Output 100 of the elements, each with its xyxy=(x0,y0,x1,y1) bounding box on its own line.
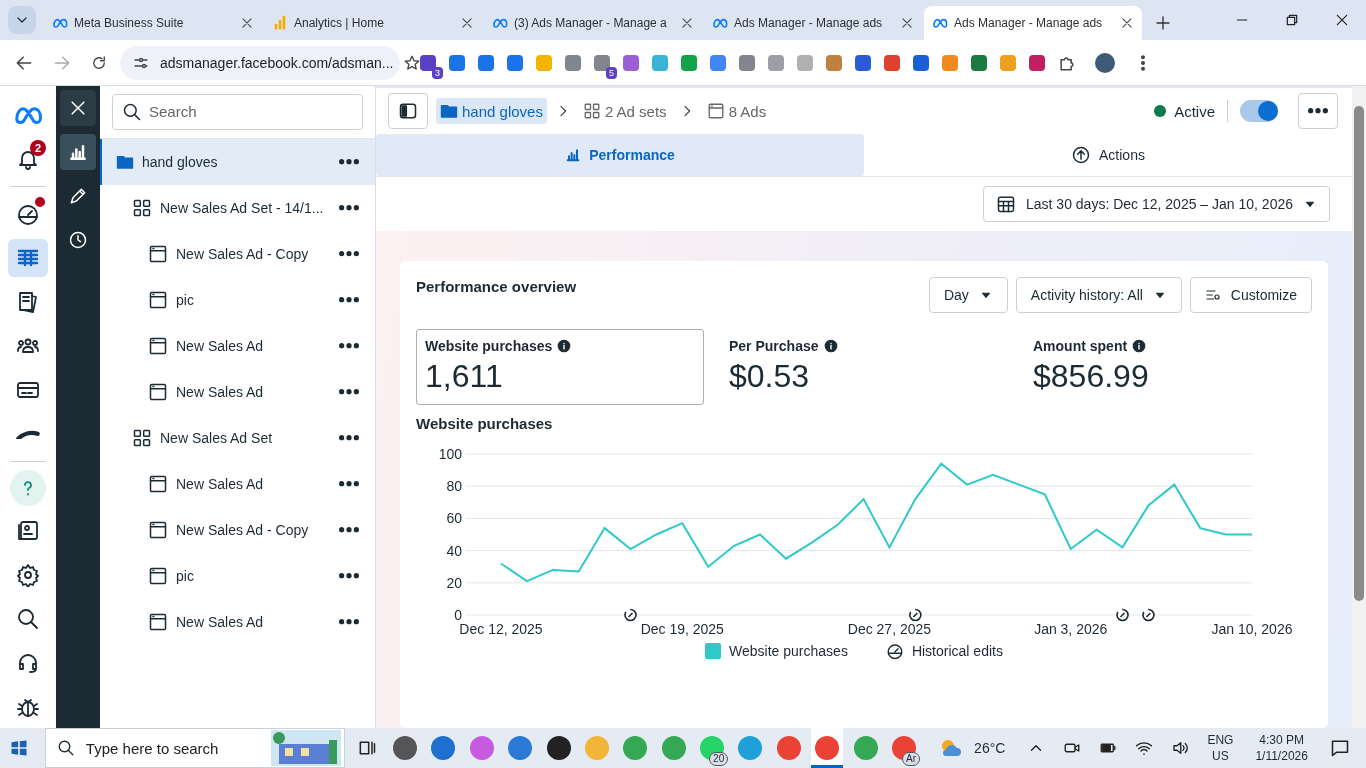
taskbar-app[interactable]: Ar xyxy=(887,728,921,768)
dropdown-button[interactable]: Activity history: All xyxy=(1015,277,1182,313)
extension-icon[interactable] xyxy=(478,54,494,71)
browser-tab[interactable]: Ads Manager - Manage ads xyxy=(924,6,1142,40)
extension-icon[interactable] xyxy=(826,54,842,71)
customize-button[interactable]: Customize xyxy=(1189,277,1312,313)
more-icon[interactable] xyxy=(339,159,359,165)
close-tool-button[interactable] xyxy=(60,90,96,126)
more-icon[interactable] xyxy=(339,297,359,303)
scrollbar[interactable] xyxy=(1352,86,1366,728)
extension-icon[interactable] xyxy=(449,54,465,71)
clock-date[interactable]: 1/11/2026 xyxy=(1255,748,1308,764)
tree-item[interactable]: New Sales Ad xyxy=(100,323,375,369)
chart-title: Website purchases xyxy=(416,415,554,432)
more-icon xyxy=(1308,108,1328,114)
plus-icon[interactable] xyxy=(1154,14,1172,32)
help-nav-button[interactable] xyxy=(10,470,46,506)
chat-icon[interactable] xyxy=(1329,738,1350,758)
tree-item[interactable]: New Sales Ad xyxy=(100,461,375,507)
table-nav-button[interactable] xyxy=(8,239,48,277)
metric-tile[interactable]: Amount spent $856.99 xyxy=(1024,329,1312,405)
extension-icon[interactable] xyxy=(855,54,871,71)
temperature[interactable]: 26°C xyxy=(974,740,1006,756)
extension-icon[interactable] xyxy=(884,54,900,71)
edit-marker-icon[interactable] xyxy=(909,608,922,622)
extension-icon[interactable] xyxy=(739,54,755,71)
breadcrumb-link[interactable]: hand gloves xyxy=(436,98,547,124)
region-indicator[interactable]: US xyxy=(1212,748,1229,764)
tree-item[interactable]: pic xyxy=(100,553,375,599)
tree-item[interactable]: New Sales Ad xyxy=(100,369,375,415)
extension-icon[interactable] xyxy=(623,54,639,71)
extension-icon[interactable] xyxy=(681,54,697,71)
browser-tab[interactable]: Ads Manager - Manage ads xyxy=(704,6,922,40)
view-tab[interactable]: Actions xyxy=(864,134,1352,176)
taskbar-app[interactable]: 20 xyxy=(695,728,729,768)
maximize-icon[interactable] xyxy=(1284,12,1300,28)
tree-item-label: New Sales Ad - Copy xyxy=(176,522,310,538)
extension-icon[interactable] xyxy=(420,54,436,71)
toggle-switch[interactable] xyxy=(1240,100,1278,122)
more-icon[interactable] xyxy=(339,389,359,395)
speaker-icon[interactable] xyxy=(1171,739,1190,757)
sidebar-toggle-button[interactable] xyxy=(388,93,428,129)
tab-list-button[interactable] xyxy=(8,6,36,34)
more-button[interactable] xyxy=(1298,93,1338,129)
more-icon[interactable] xyxy=(339,481,359,487)
date-range-button[interactable]: Last 30 days: Dec 12, 2025 – Jan 10, 2026 xyxy=(983,186,1330,222)
close-icon[interactable] xyxy=(460,16,474,30)
more-icon[interactable] xyxy=(339,527,359,533)
tree-item[interactable]: hand gloves xyxy=(100,139,375,185)
more-icon[interactable] xyxy=(339,343,359,349)
info-icon[interactable] xyxy=(557,339,572,353)
reload-icon[interactable] xyxy=(90,53,108,72)
metric-tile[interactable]: Website purchases 1,611 xyxy=(416,329,704,405)
bell-nav-button[interactable]: 2 xyxy=(8,140,48,178)
edit-marker-icon[interactable] xyxy=(1116,608,1129,622)
info-icon[interactable] xyxy=(823,339,838,353)
y-tick-label: 80 xyxy=(446,478,462,495)
wifi-icon[interactable] xyxy=(1135,739,1154,757)
more-icon[interactable] xyxy=(339,435,359,441)
more-icon[interactable] xyxy=(339,205,359,211)
profile-avatar[interactable] xyxy=(1095,52,1115,73)
close-icon[interactable] xyxy=(1120,16,1134,30)
bar-chart-tool-button[interactable] xyxy=(60,134,96,170)
tree-item[interactable]: New Sales Ad - Copy xyxy=(100,231,375,277)
tree-item[interactable]: pic xyxy=(100,277,375,323)
close-icon[interactable] xyxy=(1334,12,1350,28)
star-icon[interactable] xyxy=(403,53,422,72)
extension-icon[interactable] xyxy=(710,54,726,71)
close-icon[interactable] xyxy=(240,16,254,30)
metric-tile[interactable]: Per Purchase $0.53 xyxy=(720,329,1008,405)
tree-item[interactable]: New Sales Ad Set - 14/1... xyxy=(100,185,375,231)
clock-time[interactable]: 4:30 PM xyxy=(1259,732,1304,748)
more-icon[interactable] xyxy=(339,251,359,257)
breadcrumb-label: 8 Ads xyxy=(728,102,767,120)
tree-item[interactable]: New Sales Ad xyxy=(100,599,375,645)
tree-item[interactable]: New Sales Ad Set xyxy=(100,415,375,461)
search-field[interactable]: Search xyxy=(112,94,363,130)
extension-icon[interactable] xyxy=(1029,54,1045,71)
extension-icon[interactable] xyxy=(507,54,523,71)
browser-tab[interactable]: Analytics | Home xyxy=(264,6,482,40)
close-icon[interactable] xyxy=(680,16,694,30)
browser-tab[interactable]: (3) Ads Manager - Manage a xyxy=(484,6,702,40)
dropdown-button[interactable]: Day xyxy=(928,277,1008,313)
edit-marker-icon[interactable] xyxy=(624,608,637,622)
view-tab[interactable]: Performance xyxy=(376,134,864,176)
search-icon xyxy=(122,102,142,122)
extension-icon[interactable] xyxy=(565,54,581,71)
info-icon[interactable] xyxy=(1132,339,1147,353)
breadcrumb-link[interactable]: 8 Ads xyxy=(702,98,771,124)
more-icon[interactable] xyxy=(339,573,359,579)
extension-icon[interactable] xyxy=(971,54,987,71)
tree-item[interactable]: New Sales Ad - Copy xyxy=(100,507,375,553)
browser-tab[interactable]: Meta Business Suite xyxy=(44,6,262,40)
breadcrumb-link[interactable]: 2 Ad sets xyxy=(578,98,671,124)
extension-icon[interactable] xyxy=(913,54,929,71)
language-indicator[interactable]: ENG xyxy=(1207,732,1234,748)
edit-marker-icon[interactable] xyxy=(1142,608,1155,622)
extension-icon[interactable] xyxy=(594,54,610,71)
more-icon[interactable] xyxy=(339,619,359,625)
close-icon[interactable] xyxy=(900,16,914,30)
